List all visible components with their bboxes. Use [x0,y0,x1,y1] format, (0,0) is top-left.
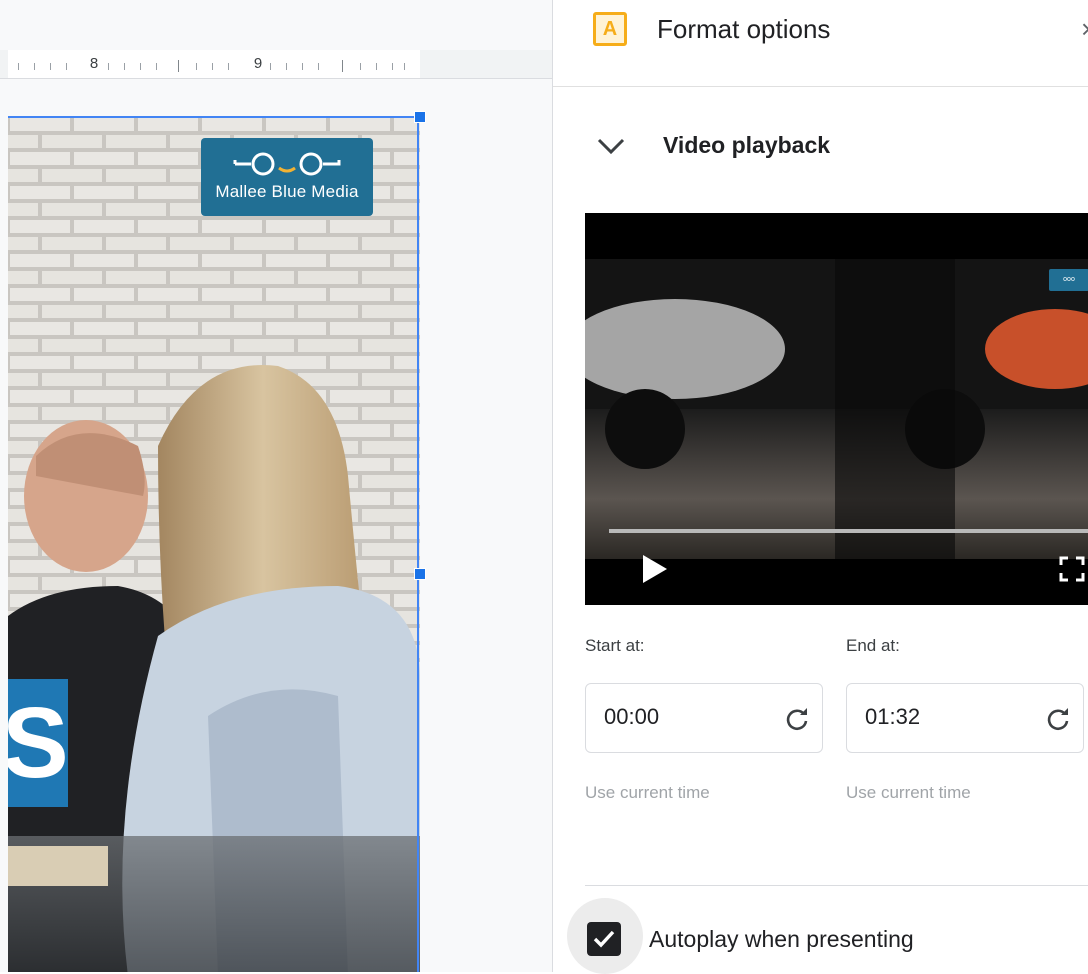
divider [585,885,1088,886]
ruler-number: 8 [89,55,99,72]
start-at-label: Start at: [585,636,645,655]
horizontal-ruler[interactable]: 8 9 [0,50,552,79]
refresh-icon[interactable] [1045,706,1071,732]
format-options-icon: A [593,12,627,46]
end-at-label: End at: [846,636,900,655]
fullscreen-icon[interactable] [1059,556,1085,582]
end-use-current-time-link[interactable]: Use current time [846,783,971,803]
ruler-tick [124,63,125,70]
ruler-tick-major [178,60,179,72]
ruler-tick [50,63,51,70]
end-time-value: 01:32 [865,704,921,729]
play-icon[interactable] [641,553,669,585]
autoplay-label[interactable]: Autoplay when presenting [649,926,914,953]
slide-photo [8,116,420,972]
ruler-page-range [8,50,420,78]
logo-glasses-icon [233,152,341,176]
ruler-tick [196,63,197,70]
ruler-number: 9 [253,55,263,72]
start-use-current-time-link[interactable]: Use current time [585,783,710,803]
autoplay-checkbox[interactable] [587,922,621,956]
resize-handle-top-right[interactable] [414,111,426,123]
ruler-tick [286,63,287,70]
slide-badge: S [8,679,68,807]
ruler-tick [66,63,67,70]
mallee-blue-media-logo: Mallee Blue Media [201,138,373,216]
start-time-input[interactable]: 00:00 [585,683,823,753]
ruler-tick [108,63,109,70]
ruler-tick [318,63,319,70]
panel-header: A Format options × [553,0,1088,87]
logo-text: Mallee Blue Media [215,182,359,201]
ruler-tick [228,63,229,70]
resize-handle-right[interactable] [414,568,426,580]
ruler-tick [270,63,271,70]
ruler-tick [140,63,141,70]
ruler-tick-major [342,60,343,72]
checkmark-icon [593,930,615,948]
start-time-value: 00:00 [604,704,660,729]
section-title-video-playback[interactable]: Video playback [663,132,830,159]
ruler-tick [376,63,377,70]
end-time-input[interactable]: 01:32 [846,683,1084,753]
video-player[interactable]: ooo [585,213,1088,605]
video-watermark-logo: ooo [1049,269,1088,291]
ruler-tick [156,63,157,70]
video-progress-bar[interactable] [609,529,1088,533]
refresh-icon[interactable] [784,706,810,732]
panel-title: Format options [657,14,831,44]
close-icon[interactable]: × [1081,14,1088,45]
ruler-tick [302,63,303,70]
ruler-tick [360,63,361,70]
chevron-down-icon[interactable] [593,132,629,160]
ruler-tick [34,63,35,70]
slide-badge-letter: S [8,687,68,799]
ruler-tick [392,63,393,70]
ruler-tick [404,63,405,70]
ruler-tick [18,63,19,70]
video-frame [585,259,1088,559]
slide-video-thumbnail[interactable]: Mallee Blue Media S [8,116,420,972]
ruler-tick [212,63,213,70]
format-options-panel: A Format options × Video playback ooo [552,0,1088,974]
slide-canvas-area: 8 9 Mallee Blue Media S [0,0,552,972]
